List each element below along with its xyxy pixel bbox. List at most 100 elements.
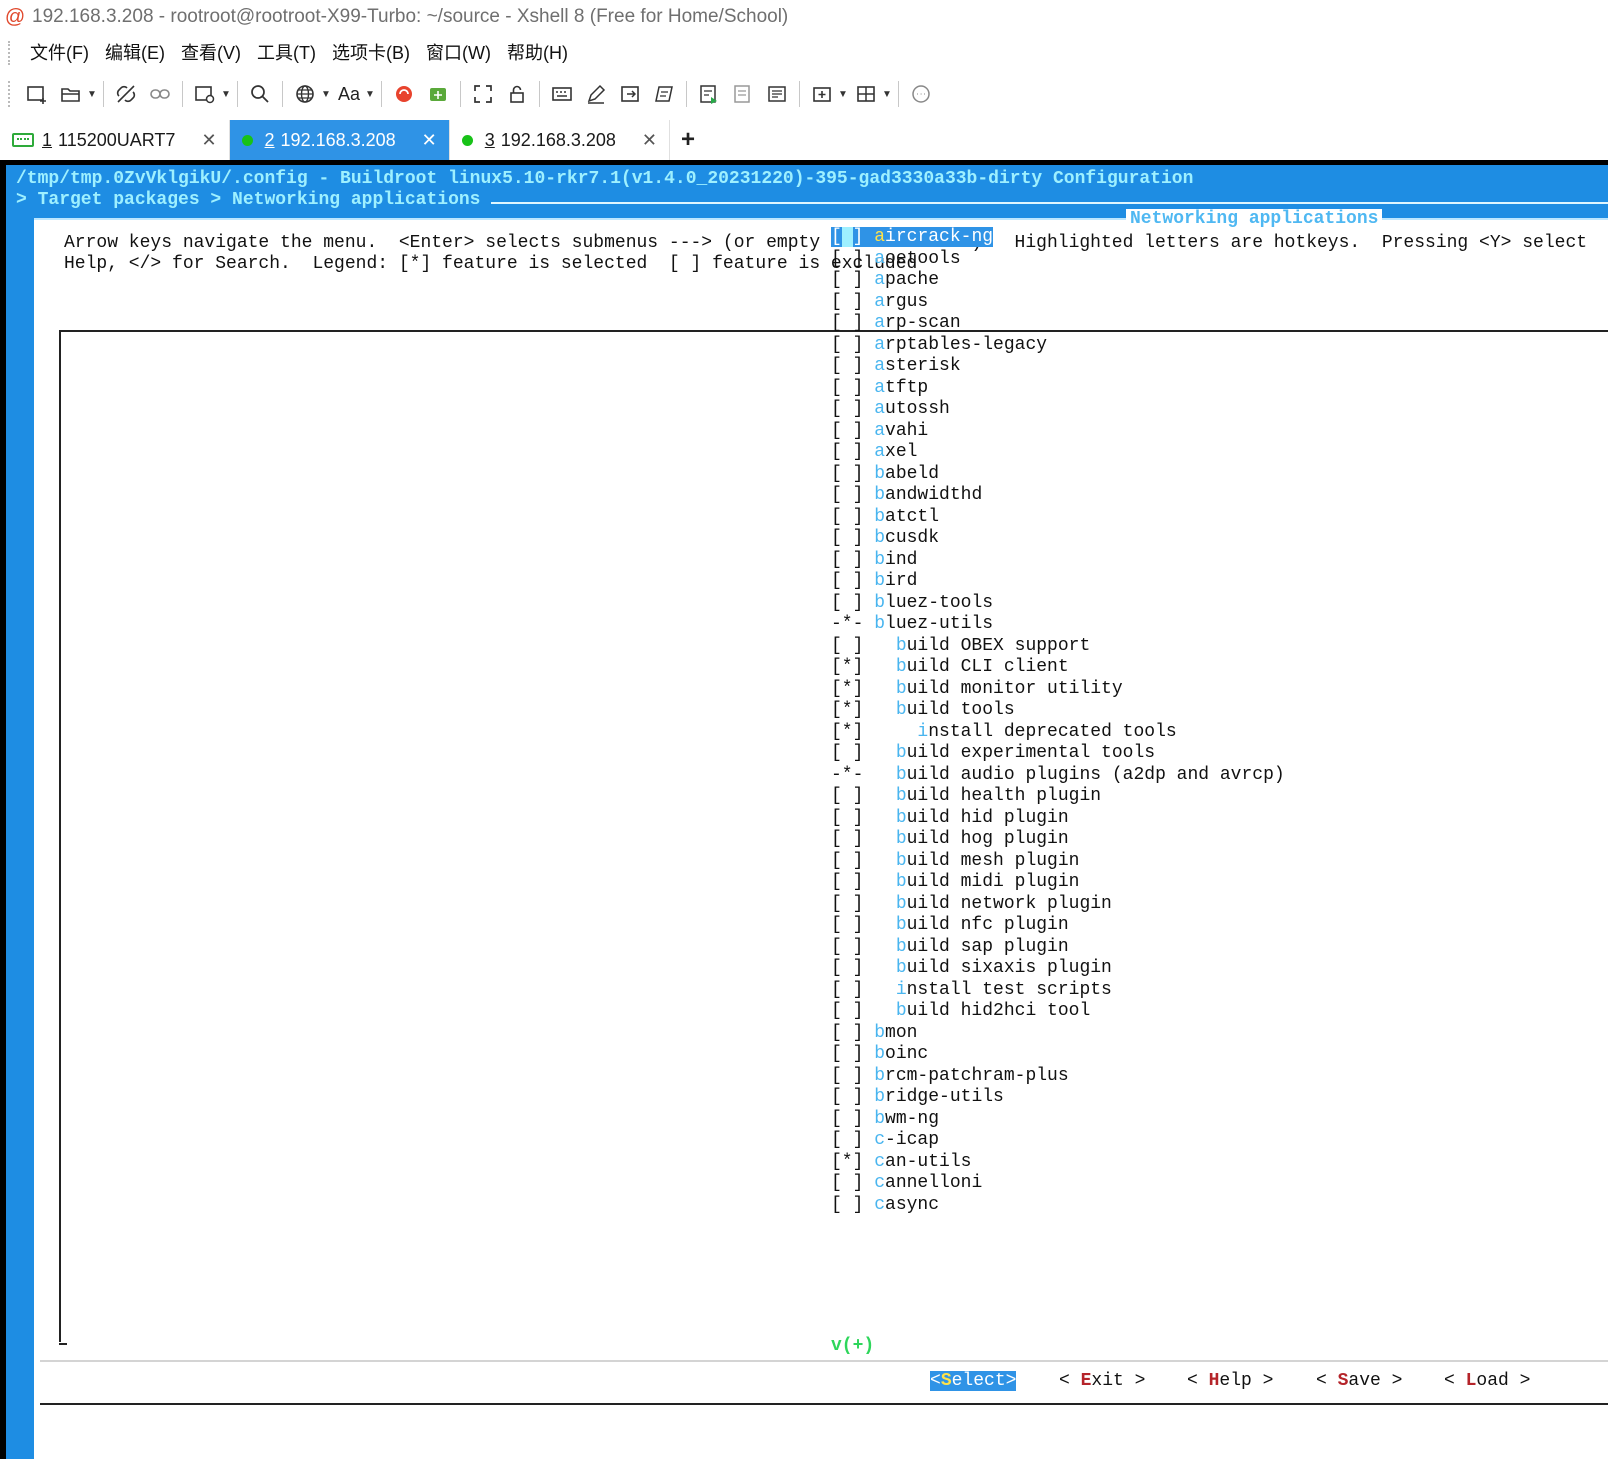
search-icon[interactable] (245, 79, 275, 109)
script-icon[interactable] (615, 79, 645, 109)
menu-item[interactable]: [ ] axel (831, 442, 1285, 464)
menu-item[interactable]: [*] build tools (831, 700, 1285, 722)
menu-item[interactable]: [ ] arp-scan (831, 313, 1285, 335)
menu-item[interactable]: [ ] build sap plugin (831, 937, 1285, 959)
close-icon[interactable]: ✕ (201, 130, 216, 151)
menu-tabs[interactable]: 选项卡(B) (324, 38, 418, 68)
menu-item[interactable]: [ ] build hog plugin (831, 829, 1285, 851)
layout-dropdown-icon[interactable]: ▼ (881, 79, 893, 109)
menu-item[interactable]: [ ] build midi plugin (831, 872, 1285, 894)
menu-tools[interactable]: 工具(T) (249, 38, 324, 68)
menu-item[interactable]: [ ] c-icap (831, 1130, 1285, 1152)
menu-item[interactable]: [ ] build mesh plugin (831, 851, 1285, 873)
chat-icon[interactable] (906, 79, 936, 109)
menu-file[interactable]: 文件(F) (22, 38, 97, 68)
menu-item-state: [*] (831, 1151, 875, 1172)
menubar-grip[interactable] (8, 41, 12, 65)
menu-item[interactable]: [ ] build sixaxis plugin (831, 958, 1285, 980)
fullscreen-icon[interactable] (468, 79, 498, 109)
tab-settings-dropdown-icon[interactable]: ▼ (220, 79, 232, 109)
menu-edit[interactable]: 编辑(E) (97, 38, 173, 68)
menu-item[interactable]: [ ] bind (831, 550, 1285, 572)
notes-icon[interactable] (762, 79, 792, 109)
menu-item[interactable]: [ ] bridge-utils (831, 1087, 1285, 1109)
menu-item[interactable]: [*] build CLI client (831, 657, 1285, 679)
menu-item[interactable]: [ ] asterisk (831, 356, 1285, 378)
open-dropdown-icon[interactable]: ▼ (86, 79, 98, 109)
menu-item[interactable]: [ ] bandwidthd (831, 485, 1285, 507)
tab-ssh[interactable]: 3 192.168.3.208 ✕ (450, 120, 670, 160)
menu-item[interactable]: [ ] build OBEX support (831, 636, 1285, 658)
toolbar-grip[interactable] (8, 81, 12, 107)
menu-item-label: casync (874, 1194, 940, 1215)
new-session-icon[interactable] (22, 79, 52, 109)
menu-item[interactable]: [ ] casync (831, 1195, 1285, 1217)
compose-icon[interactable] (581, 79, 611, 109)
menu-item[interactable]: [ ] apache (831, 270, 1285, 292)
print-icon[interactable] (728, 79, 758, 109)
menu-item[interactable]: [ ] build health plugin (831, 786, 1285, 808)
menu-item[interactable]: [ ] boinc (831, 1044, 1285, 1066)
font-icon[interactable]: Aa (334, 79, 364, 109)
add-tab-button[interactable]: + (670, 120, 706, 160)
menu-item[interactable]: [ ] build nfc plugin (831, 915, 1285, 937)
menu-item[interactable]: [ ] bluez-tools (831, 593, 1285, 615)
lock-icon[interactable] (502, 79, 532, 109)
menu-help[interactable]: 帮助(H) (499, 38, 576, 68)
menu-view[interactable]: 查看(V) (173, 38, 249, 68)
dialog-button-help[interactable]: < Help > (1187, 1371, 1273, 1391)
menu-item[interactable]: [*] install deprecated tools (831, 722, 1285, 744)
menu-item[interactable]: [ ] build hid plugin (831, 808, 1285, 830)
menu-item[interactable]: [ ] cannelloni (831, 1173, 1285, 1195)
tab-serial[interactable]: 1 115200UART7 ✕ (0, 120, 230, 160)
menu-item[interactable]: [ ] build network plugin (831, 894, 1285, 916)
menu-item[interactable]: [ ] arptables-legacy (831, 335, 1285, 357)
close-icon[interactable]: ✕ (422, 130, 437, 151)
terminal-area[interactable]: /tmp/tmp.0ZvVklgikU/.config - Buildroot … (0, 160, 1608, 1459)
menu-item[interactable]: [ ] batctl (831, 507, 1285, 529)
tab-ssh-active[interactable]: 2 192.168.3.208 ✕ (229, 120, 450, 160)
globe-dropdown-icon[interactable]: ▼ (320, 79, 332, 109)
menu-item[interactable]: [ ] aoetools (831, 249, 1285, 271)
dialog-button-load[interactable]: < Load > (1444, 1371, 1530, 1391)
menu-item[interactable]: [ ] aircrack-ng (831, 227, 1285, 249)
dialog-button-exit[interactable]: < Exit > (1059, 1371, 1145, 1391)
log-icon[interactable] (694, 79, 724, 109)
dialog-button-select[interactable]: <Select> (930, 1371, 1017, 1391)
menu-item[interactable]: [*] can-utils (831, 1152, 1285, 1174)
menu-window[interactable]: 窗口(W) (418, 38, 499, 68)
dialog-button-save[interactable]: < Save > (1316, 1371, 1402, 1391)
menu-item[interactable]: [ ] babeld (831, 464, 1285, 486)
xshell-red-icon[interactable] (389, 79, 419, 109)
menu-item[interactable]: [ ] bmon (831, 1023, 1285, 1045)
disconnect-icon[interactable] (111, 79, 141, 109)
open-folder-icon[interactable] (56, 79, 86, 109)
menu-item[interactable]: [*] build monitor utility (831, 679, 1285, 701)
menu-item[interactable]: -*- bluez-utils (831, 614, 1285, 636)
menu-item[interactable]: [ ] atftp (831, 378, 1285, 400)
menu-item[interactable]: [ ] build experimental tools (831, 743, 1285, 765)
new-tab-settings-icon[interactable] (190, 79, 220, 109)
xftp-icon[interactable] (423, 79, 453, 109)
menu-item[interactable]: [ ] brcm-patchram-plus (831, 1066, 1285, 1088)
menu-item[interactable]: [ ] autossh (831, 399, 1285, 421)
menu-item[interactable]: [ ] bcusdk (831, 528, 1285, 550)
add-tab-icon[interactable] (807, 79, 837, 109)
reconnect-link-icon[interactable] (145, 79, 175, 109)
quick-command-icon[interactable] (649, 79, 679, 109)
menu-item[interactable]: -*- build audio plugins (a2dp and avrcp) (831, 765, 1285, 787)
globe-icon[interactable] (290, 79, 320, 109)
menu-item[interactable]: [ ] avahi (831, 421, 1285, 443)
menu-item[interactable]: [ ] bird (831, 571, 1285, 593)
close-icon[interactable]: ✕ (642, 130, 657, 151)
config-path: /tmp/tmp.0ZvVklgikU/.config - Buildroot … (16, 169, 1194, 189)
menu-item[interactable]: [ ] build hid2hci tool (831, 1001, 1285, 1023)
menu-item[interactable]: [ ] install test scripts (831, 980, 1285, 1002)
menu-item-state: [ ] (831, 356, 875, 376)
add-tab-dropdown-icon[interactable]: ▼ (837, 79, 849, 109)
font-dropdown-icon[interactable]: ▼ (364, 79, 376, 109)
layout-icon[interactable] (851, 79, 881, 109)
keyboard-icon[interactable] (547, 79, 577, 109)
menu-item[interactable]: [ ] argus (831, 292, 1285, 314)
menu-item[interactable]: [ ] bwm-ng (831, 1109, 1285, 1131)
